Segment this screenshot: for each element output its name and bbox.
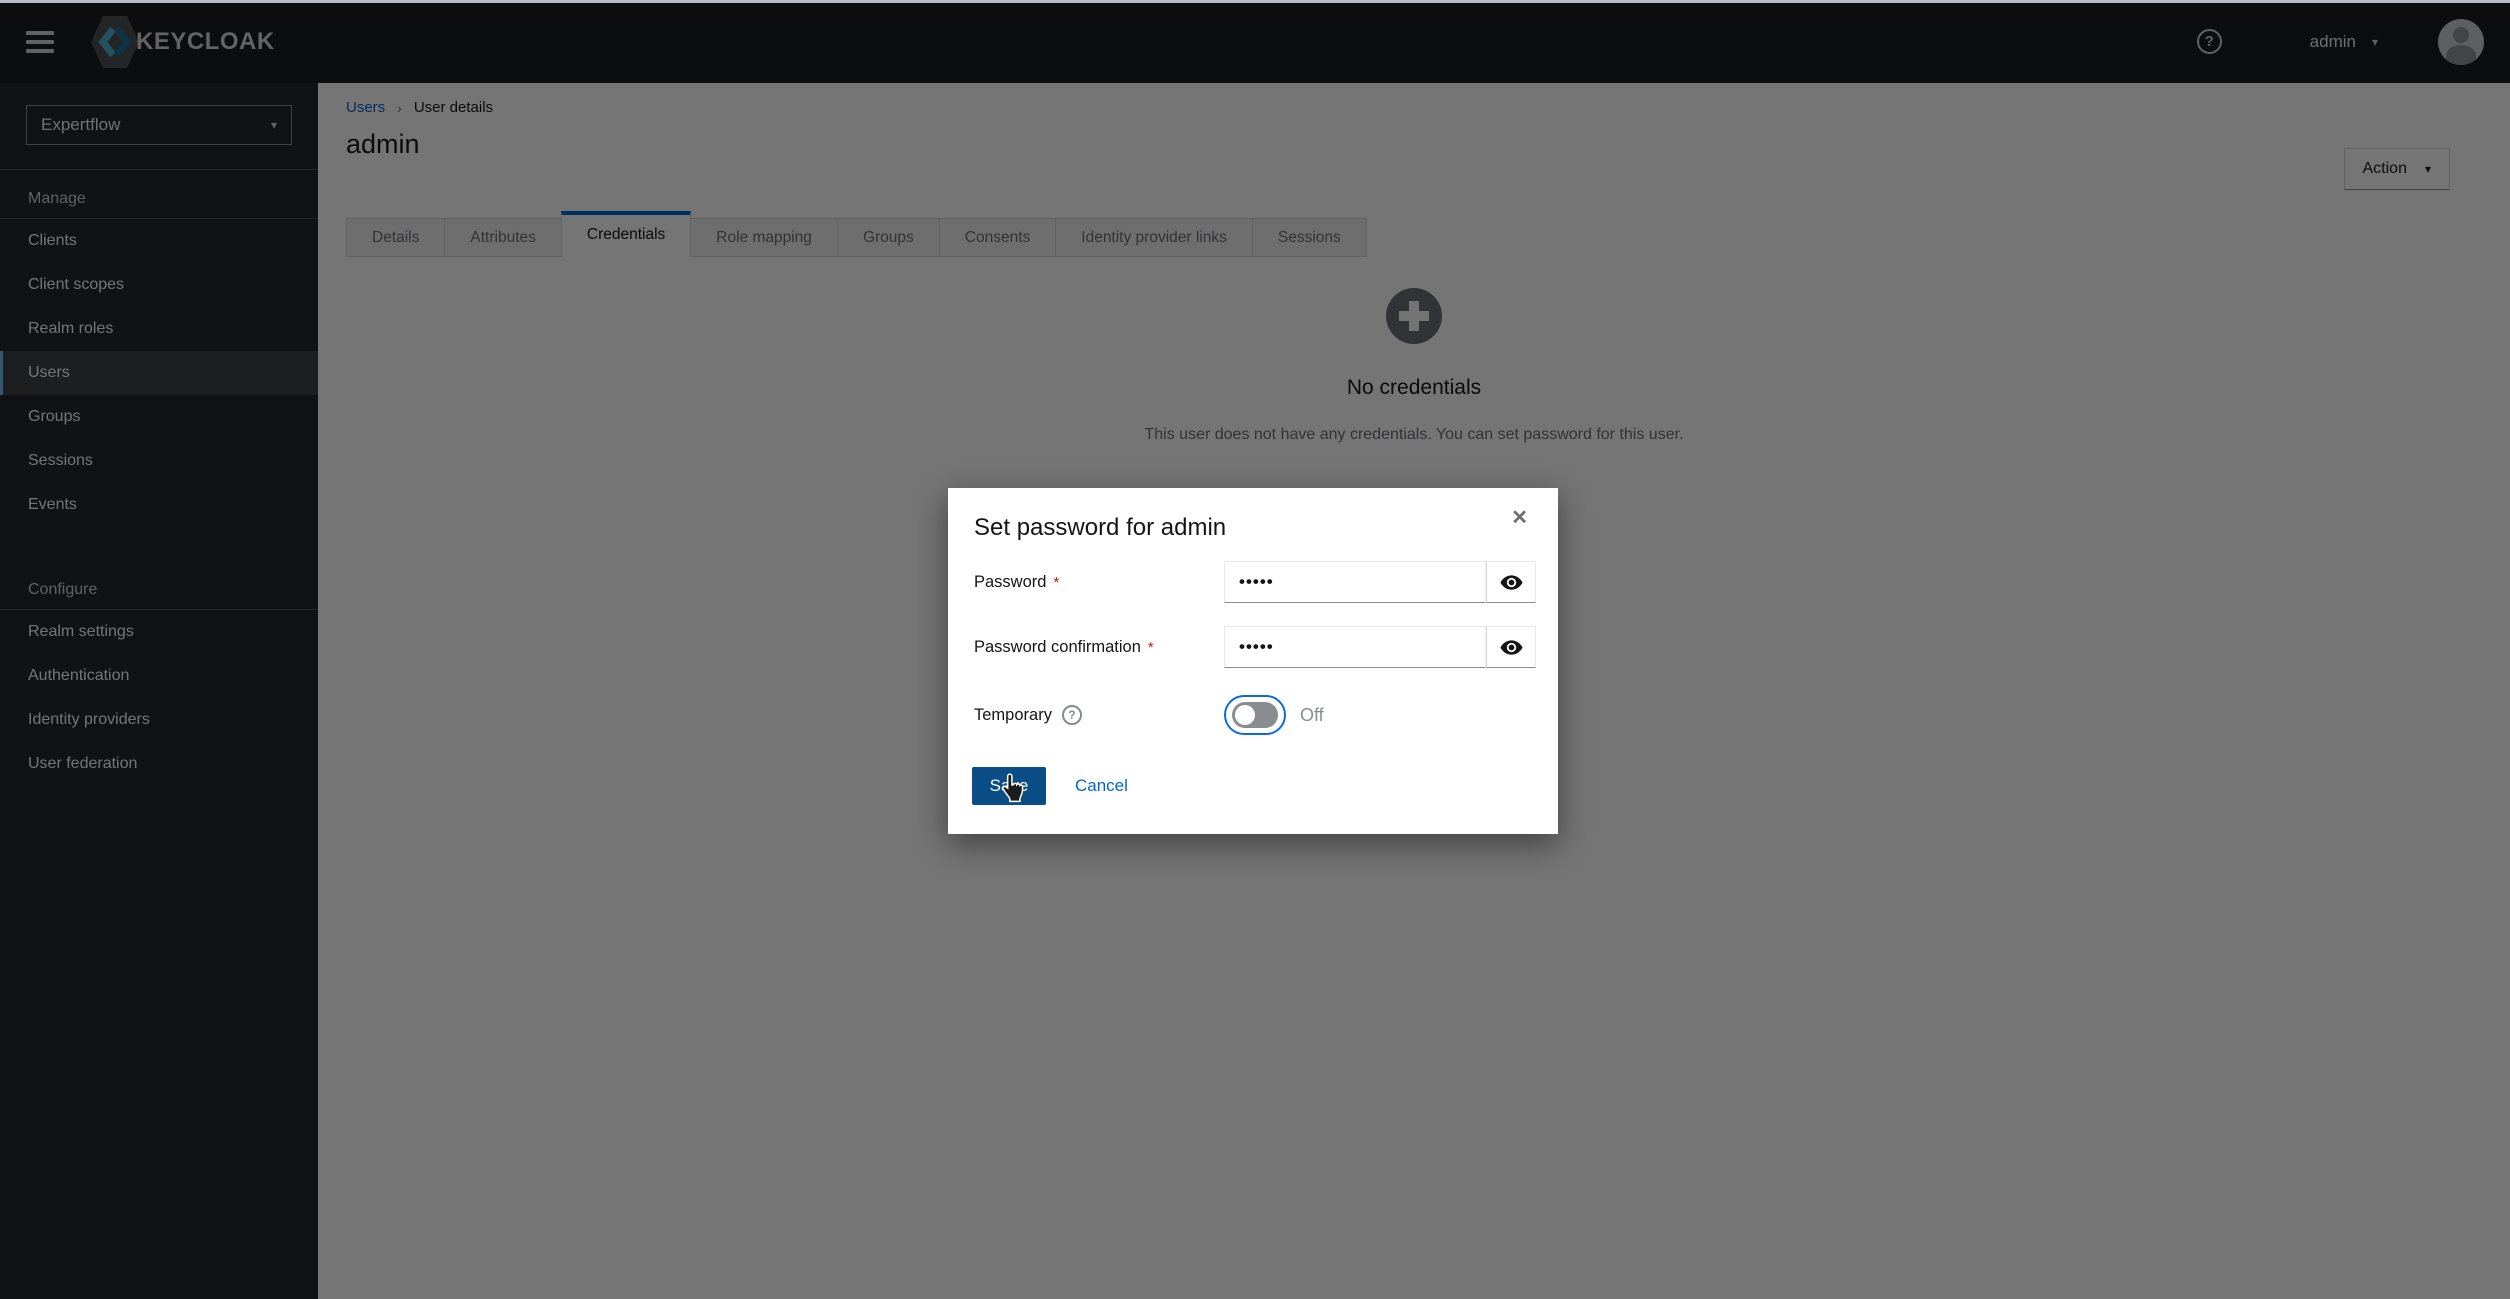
password-label: Password * bbox=[974, 573, 1224, 592]
temporary-label-text: Temporary bbox=[974, 706, 1052, 725]
password-input-group bbox=[1224, 561, 1536, 603]
question-circle-icon[interactable]: ? bbox=[1062, 705, 1082, 725]
required-asterisk: * bbox=[1148, 639, 1154, 656]
required-asterisk: * bbox=[1053, 574, 1059, 591]
password-confirmation-input-group bbox=[1224, 626, 1536, 668]
toggle-track bbox=[1232, 702, 1278, 728]
cancel-button[interactable]: Cancel bbox=[1075, 776, 1128, 796]
save-button[interactable]: Save bbox=[972, 767, 1046, 805]
temporary-toggle[interactable] bbox=[1224, 695, 1286, 735]
set-password-modal: Set password for admin ✕ Password * Pass… bbox=[948, 488, 1558, 834]
window-chrome-strip bbox=[0, 0, 2510, 3]
modal-footer: Save Cancel bbox=[972, 767, 1128, 805]
password-confirmation-label: Password confirmation * bbox=[974, 638, 1224, 657]
toggle-knob bbox=[1235, 705, 1255, 725]
password-input[interactable] bbox=[1224, 561, 1486, 603]
password-confirmation-input[interactable] bbox=[1224, 626, 1486, 668]
password-label-text: Password bbox=[974, 573, 1046, 592]
show-password-confirmation-button[interactable] bbox=[1486, 626, 1536, 668]
temporary-label: Temporary ? bbox=[974, 705, 1224, 725]
modal-title: Set password for admin bbox=[974, 514, 1226, 542]
close-icon[interactable]: ✕ bbox=[1511, 508, 1528, 528]
eye-icon bbox=[1500, 575, 1523, 590]
toggle-state-label: Off bbox=[1300, 705, 1324, 726]
temporary-row: Temporary ? Off bbox=[974, 693, 1536, 737]
password-row: Password * bbox=[974, 560, 1536, 604]
show-password-button[interactable] bbox=[1486, 561, 1536, 603]
password-confirmation-row: Password confirmation * bbox=[974, 625, 1536, 669]
password-confirmation-label-text: Password confirmation bbox=[974, 638, 1141, 657]
eye-icon bbox=[1500, 640, 1523, 655]
